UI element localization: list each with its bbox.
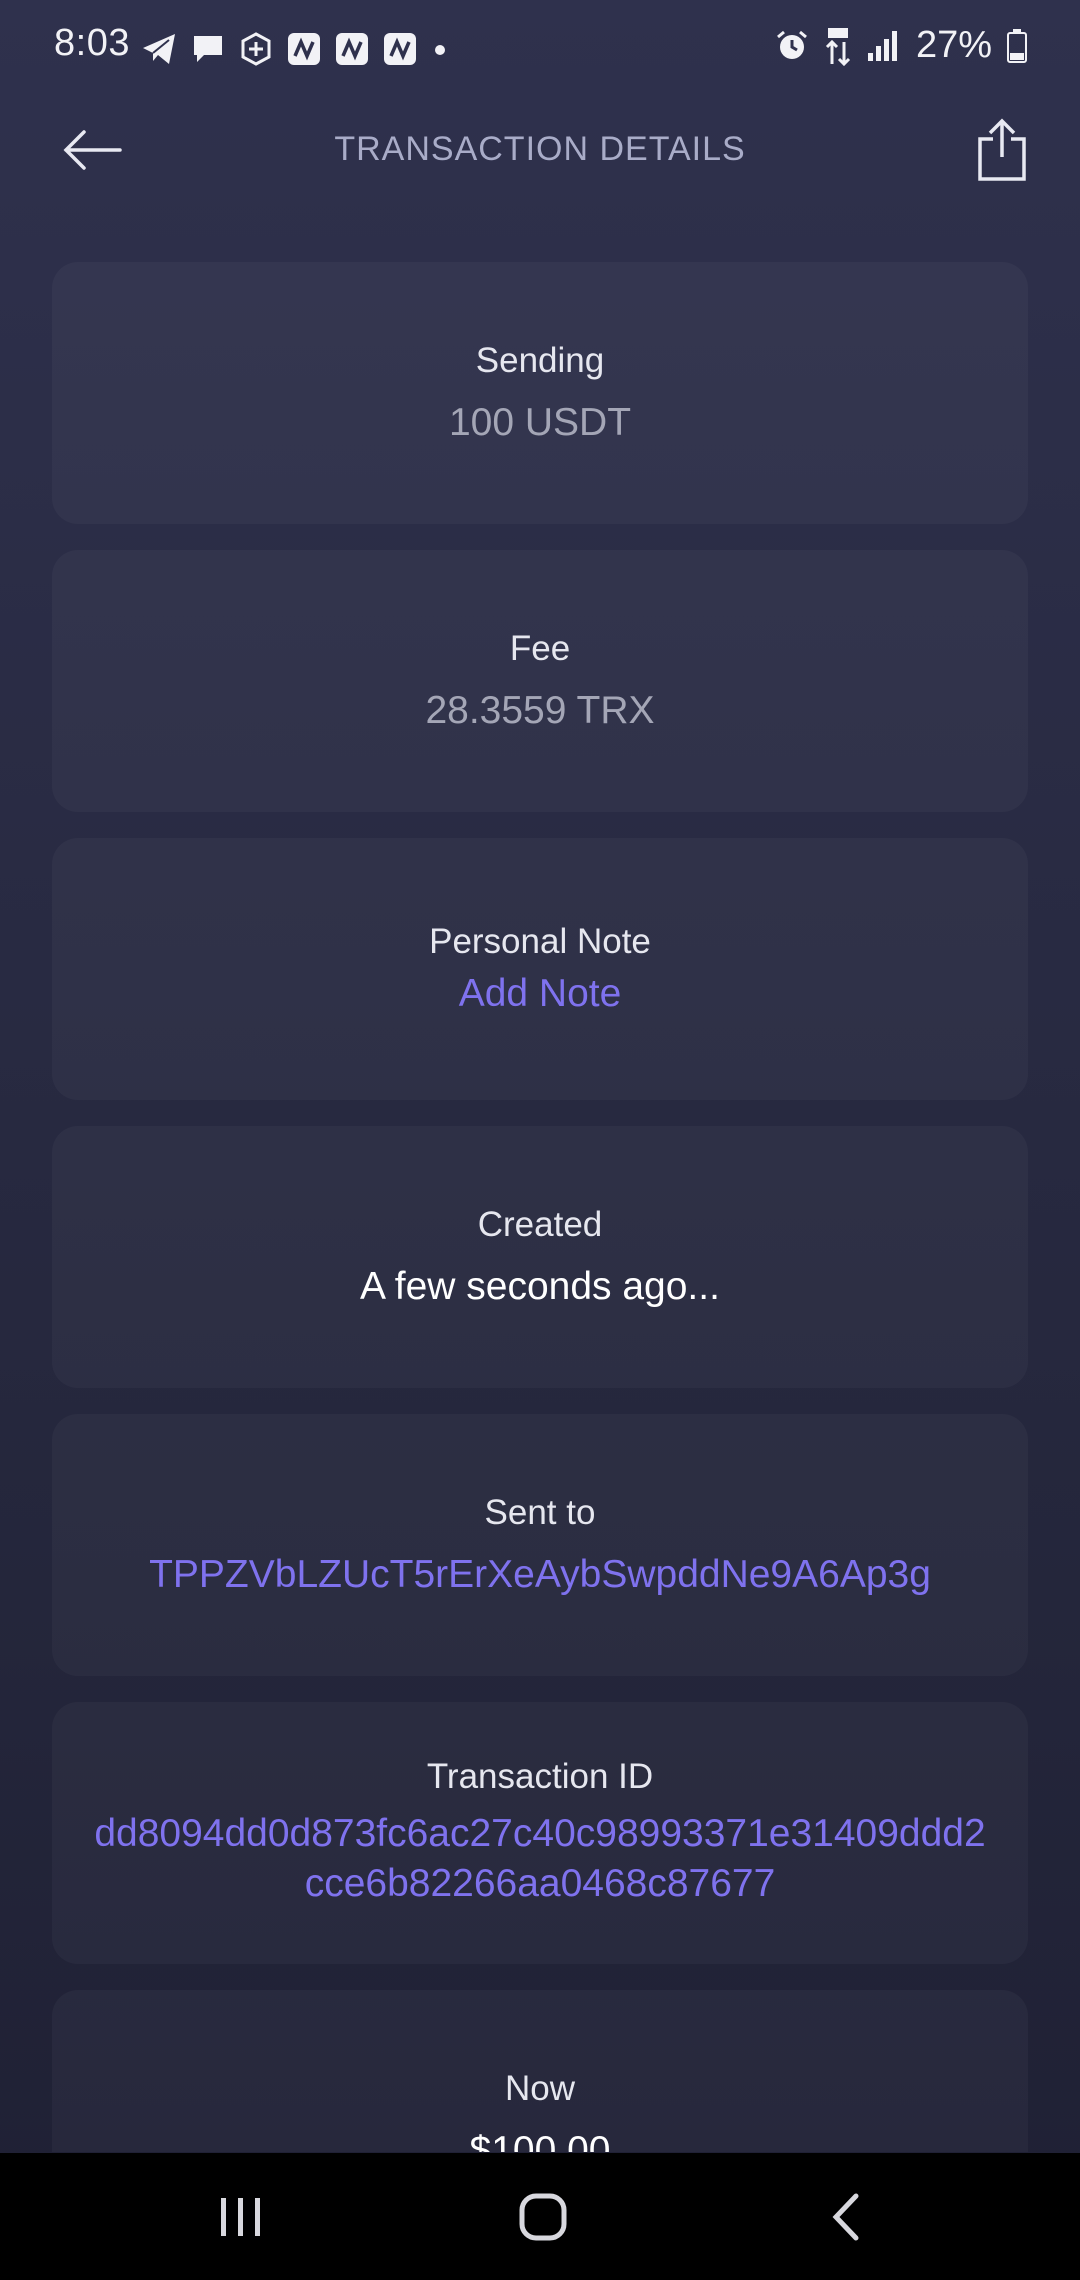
sending-card: Sending 100 USDT (52, 262, 1028, 524)
created-card: Created A few seconds ago... (52, 1126, 1028, 1388)
page-title: TRANSACTION DETAILS (334, 130, 746, 168)
transaction-id-card: Transaction ID dd8094dd0d873fc6ac27c40c9… (52, 1702, 1028, 1964)
share-icon (978, 118, 1026, 181)
personal-note-card: Personal Note Add Note (52, 838, 1028, 1100)
data-icon (824, 26, 852, 66)
transaction-details-list[interactable]: Sending 100 USDT Fee 28.3559 TRX Persona… (52, 262, 1028, 2152)
recent-apps-icon (221, 2197, 260, 2236)
app-icon (382, 31, 418, 67)
sent-to-card: Sent to TPPZVbLZUcT5rErXeAybSwpddNe9A6Ap… (52, 1414, 1028, 1676)
system-nav-bar (0, 2153, 1080, 2280)
add-note-link[interactable]: Add Note (459, 972, 622, 1016)
sending-amount: 100 USDT (448, 401, 632, 444)
recipient-address-link[interactable]: TPPZVbLZUcT5rErXeAybSwpddNe9A6Ap3g (149, 1553, 931, 1597)
personal-note-label: Personal Note (429, 922, 651, 961)
system-icons: 27% (774, 24, 1028, 67)
created-time: A few seconds ago... (360, 1265, 720, 1308)
status-time: 8:03 (54, 22, 130, 64)
transaction-id-link[interactable]: dd8094dd0d873fc6ac27c40c98993371e31409dd… (52, 1809, 1028, 1909)
transaction-id-label: Transaction ID (426, 1757, 654, 1796)
fee-amount: 28.3559 TRX (425, 689, 655, 732)
sent-to-label: Sent to (484, 1493, 596, 1532)
home-icon (519, 2193, 567, 2240)
battery-icon (1006, 28, 1028, 64)
sending-label: Sending (475, 341, 605, 380)
status-bar: 8:03 27% (0, 0, 1080, 100)
app-icon (238, 31, 274, 67)
recent-apps-button[interactable] (181, 2153, 301, 2280)
now-label: Now (504, 2069, 576, 2108)
telegram-icon (140, 30, 178, 68)
message-icon (190, 31, 226, 67)
nav-back-button[interactable] (786, 2153, 906, 2280)
fee-card: Fee 28.3559 TRX (52, 550, 1028, 812)
dot-icon (430, 31, 450, 67)
app-icon (286, 31, 322, 67)
fee-label: Fee (509, 629, 571, 668)
signal-icon (866, 29, 902, 63)
alarm-icon (774, 28, 810, 64)
app-bar: TRANSACTION DETAILS (0, 100, 1080, 200)
share-button[interactable] (970, 114, 1034, 186)
app-icon (334, 31, 370, 67)
back-icon (832, 2193, 859, 2240)
home-button[interactable] (483, 2153, 603, 2280)
now-value: $100.00 (469, 2129, 611, 2152)
battery-text: 27% (915, 24, 992, 66)
created-label: Created (477, 1205, 603, 1244)
now-value-card: Now $100.00 (52, 1990, 1028, 2152)
notification-icons (140, 30, 450, 68)
